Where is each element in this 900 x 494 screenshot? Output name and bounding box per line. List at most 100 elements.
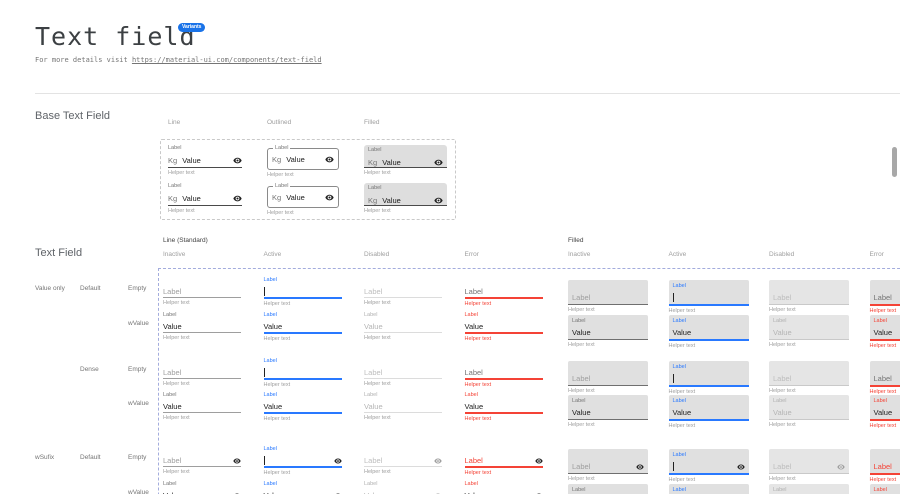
line-base-field[interactable]: LabelKgValue Helper text [168,183,242,215]
filled-field-active[interactable]: LabelHelper text [669,276,749,315]
filled-field-error[interactable]: LabelValueHelper text [870,391,900,430]
filled-field-active[interactable]: LabelValueHelper text [669,391,749,430]
line-field-inactive[interactable]: LabelValueHelper text [163,391,241,422]
line-field-error[interactable]: LabelLabelHelper text [465,276,543,308]
line-field-error[interactable]: LabelValue Helper text [465,480,543,494]
filled-field-inactive[interactable]: LabelLabel Helper text [568,445,648,483]
filled-field-active[interactable]: LabelValue Helper text [669,311,749,350]
filled-field-disabled[interactable]: LabelLabelHelper text [769,357,849,395]
filled-field-active[interactable]: LabelValue Helper text [669,480,749,494]
filled-base-field[interactable]: LabelKgValue Helper text [364,183,447,215]
field-value-row [264,284,342,299]
filled-field-active[interactable]: Label Helper text [669,445,749,484]
line-field-active[interactable]: Label Helper text [264,445,342,477]
filled-field-error[interactable]: LabelValue Helper text [870,480,900,494]
line-field-active[interactable]: LabelHelper text [264,276,342,308]
outlined-base-field[interactable]: LabelKgValue Helper text [267,183,339,217]
state-column-header: Inactive [163,251,185,258]
line-field-disabled[interactable]: LabelValueHelper text [364,391,442,422]
line-field-disabled[interactable]: LabelLabelHelper text [364,357,442,388]
filled-field-error[interactable]: LabelLabel Helper text [870,445,900,484]
helper-text: Helper text [465,382,543,389]
filled-box: LabelLabel [769,361,849,386]
docs-link[interactable]: https://material-ui.com/components/text-… [132,56,322,64]
line-field-disabled[interactable]: LabelValueHelper text [364,311,442,342]
line-field-error[interactable]: LabelValueHelper text [465,311,543,343]
filled-field-inactive[interactable]: LabelValueHelper text [568,311,648,349]
field-value-row: Value [773,405,845,418]
line-field-active[interactable]: LabelValueHelper text [264,391,342,423]
text-cursor [264,287,265,296]
field-value-row [673,459,745,472]
field-value-row: Value [364,399,442,413]
filled-field-disabled[interactable]: LabelLabel Helper text [769,445,849,483]
state-column-header: Active [264,251,282,258]
filled-field-disabled[interactable]: LabelValue Helper text [769,480,849,494]
line-field-error[interactable]: LabelLabel Helper text [465,445,543,477]
field-value: Value [364,402,383,411]
field-placeholder: Label [572,293,590,302]
line-field-inactive[interactable]: LabelValue Helper text [163,480,241,494]
helper-text: Helper text [669,343,749,350]
field-value: Value [673,328,692,337]
filled-box: LabelLabel [870,280,900,306]
field-value: Value [286,193,305,202]
outlined-box: LabelKgValue [267,148,339,170]
line-field-disabled[interactable]: LabelValue Helper text [364,480,442,494]
line-field-active[interactable]: LabelValueHelper text [264,311,342,343]
filled-field-error[interactable]: LabelLabelHelper text [870,276,900,315]
line-base-field[interactable]: LabelKgValue Helper text [168,145,242,177]
filled-base-field[interactable]: LabelKgValue Helper text [364,145,447,177]
filled-field-inactive[interactable]: LabelLabelHelper text [568,357,648,395]
unit-prefix: Kg [272,155,281,164]
line-field-error[interactable]: LabelLabelHelper text [465,357,543,389]
helper-text: Helper text [264,382,342,389]
table-row: wValueLabelValueHelper textLabelValueHel… [0,391,900,425]
filled-field-inactive[interactable]: LabelValue Helper text [568,480,648,494]
floating-label: Label [874,317,900,325]
filled-field-inactive[interactable]: LabelValueHelper text [568,391,648,429]
row-label-variant: Default [80,454,101,461]
filled-field-error[interactable]: LabelValueHelper text [870,311,900,350]
text-cursor [673,462,674,471]
line-field-inactive[interactable]: LabelLabelHelper text [163,276,241,307]
line-field-active[interactable]: LabelValue Helper text [264,480,342,494]
filled-box: LabelValue [870,395,900,421]
field-value-row: Value [874,325,900,338]
line-field-inactive[interactable]: LabelLabel Helper text [163,445,241,476]
floating-label: Label [364,391,442,399]
visibility-icon [737,463,745,471]
field-placeholder: Label [572,462,590,471]
filled-field-disabled[interactable]: LabelLabelHelper text [769,276,849,314]
row-label-state: Empty [128,285,146,292]
filled-field-inactive[interactable]: LabelLabelHelper text [568,276,648,314]
filled-box: Label [669,449,749,475]
field-placeholder: Label [465,368,483,377]
filled-box: LabelValue [669,315,749,341]
filled-field-disabled[interactable]: LabelValueHelper text [769,391,849,429]
floating-label: Label [264,445,342,453]
line-field-inactive[interactable]: LabelValueHelper text [163,311,241,342]
helper-text: Helper text [769,342,849,349]
filled-field-disabled[interactable]: LabelValueHelper text [769,311,849,349]
field-placeholder: Label [572,374,590,383]
unit-prefix: Kg [168,194,177,203]
row-label-group: Value only [35,285,65,292]
helper-text: Helper text [769,422,849,429]
field-value: Value [264,322,283,331]
field-value-row: KgValue [272,187,334,207]
line-field-error[interactable]: LabelValueHelper text [465,391,543,423]
helper-text: Helper text [168,208,242,215]
line-field-disabled[interactable]: LabelLabelHelper text [364,276,442,307]
field-value-row: Label [364,284,442,298]
outlined-base-field[interactable]: LabelKgValue Helper text [267,145,339,179]
field-content: KgValue [368,158,401,167]
floating-label: Label [264,480,342,488]
line-field-active[interactable]: LabelHelper text [264,357,342,389]
field-content: KgValue [368,196,401,205]
helper-text: Helper text [465,301,543,308]
scrollbar-thumb[interactable] [892,147,897,177]
line-field-disabled[interactable]: LabelLabel Helper text [364,445,442,476]
line-field-inactive[interactable]: LabelLabelHelper text [163,357,241,388]
helper-text: Helper text [568,342,648,349]
